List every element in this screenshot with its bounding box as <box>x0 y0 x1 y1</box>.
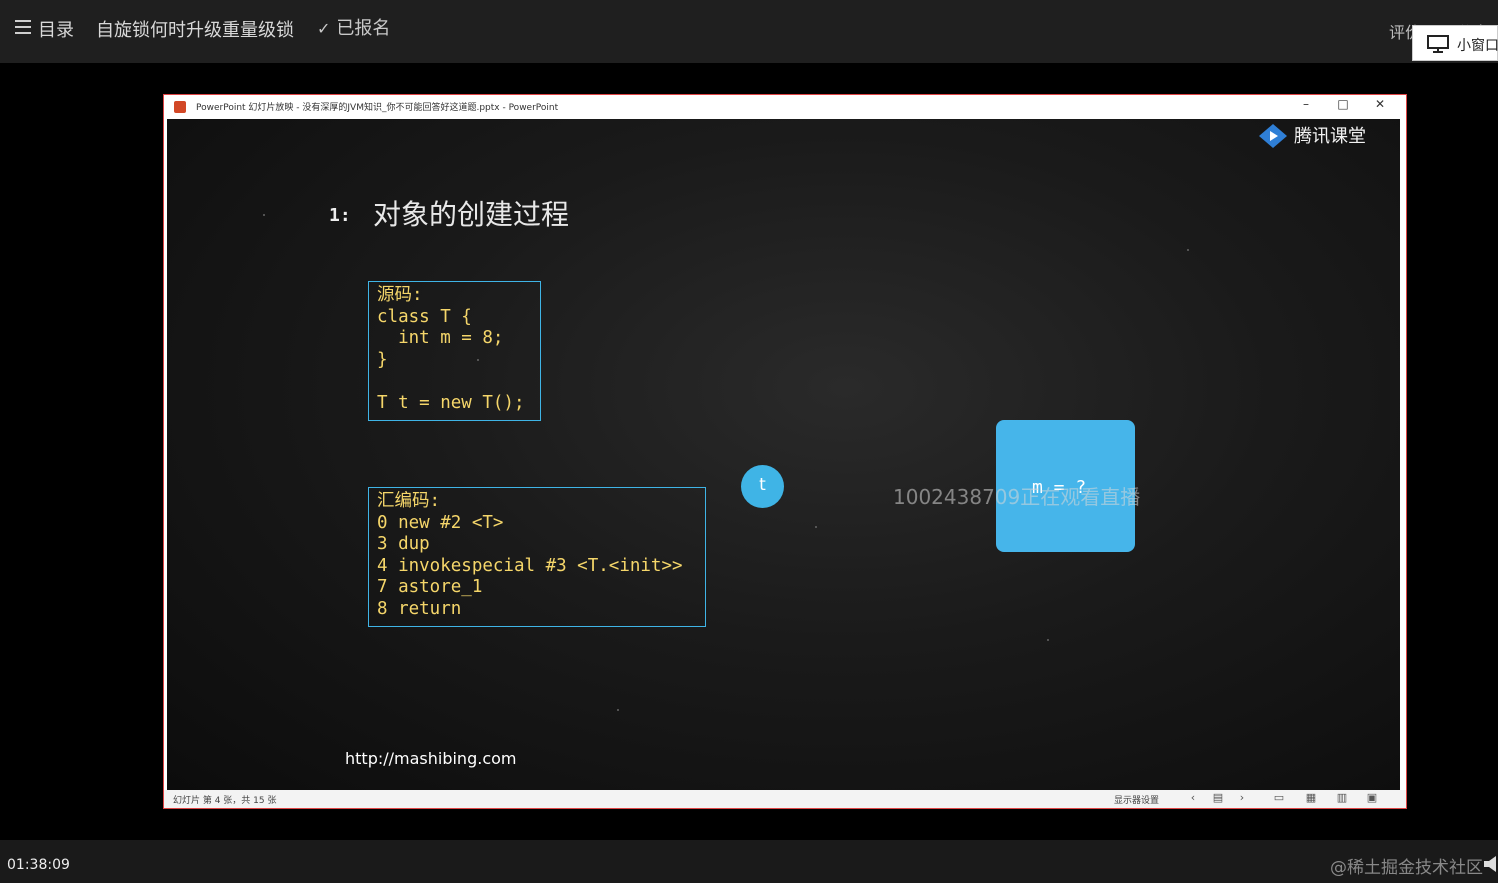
player-bar: 01:38:09 @稀土掘金技术社区 <box>0 840 1498 883</box>
mini-window-button[interactable]: 小窗口 <box>1412 25 1498 61</box>
maximize-icon[interactable]: □ <box>1333 97 1353 111</box>
mini-window-label: 小窗口 <box>1457 38 1498 54</box>
viewer-watermark: 1002438709正在观看直播 <box>893 485 1141 509</box>
next-slide-icon[interactable]: › <box>1235 791 1249 804</box>
close-icon[interactable]: ✕ <box>1370 97 1390 111</box>
ppt-status-bar: 幻灯片 第 4 张，共 15 张 显示器设置 ‹ ▤ › ▭ ▦ ▥ ▣ <box>164 790 1406 808</box>
reading-view-icon[interactable]: ▥ <box>1335 791 1349 804</box>
menu-icon[interactable] <box>15 20 31 34</box>
slideshow-icon[interactable]: ▣ <box>1365 791 1379 804</box>
powerpoint-window: PowerPoint 幻灯片放映 - 没有深厚的JVM知识_你不可能回答好这道题… <box>163 94 1407 809</box>
slide-url: http://mashibing.com <box>345 749 517 768</box>
slide-heading: 对象的创建过程 <box>373 198 570 231</box>
display-settings-button[interactable]: 显示器设置 <box>1114 793 1159 806</box>
check-icon: ✓ <box>317 19 331 38</box>
enrolled-status: ✓ 已报名 <box>317 14 390 40</box>
lesson-title: 自旋锁何时升级重量级锁 <box>96 20 294 41</box>
monitor-icon <box>1427 35 1449 53</box>
slide-counter: 幻灯片 第 4 张，共 15 张 <box>173 796 277 806</box>
source-code-box: 源码: class T { int m = 8; } T t = new T()… <box>368 281 541 421</box>
slide-menu-icon[interactable]: ▤ <box>1211 791 1225 804</box>
bytecode-box: 汇编码: 0 new #2 <T> 3 dup 4 invokespecial … <box>368 487 706 627</box>
reference-t-circle: t <box>741 465 784 508</box>
minimize-icon[interactable]: – <box>1296 97 1316 111</box>
slide-canvas: 腾讯课堂 1: 对象的创建过程 源码: class T { int m = 8;… <box>167 119 1400 790</box>
enrolled-label: 已报名 <box>336 18 391 39</box>
ppt-window-title: PowerPoint 幻灯片放映 - 没有深厚的JVM知识_你不可能回答好这道题… <box>196 103 559 113</box>
top-bar: 目录 自旋锁何时升级重量级锁 ✓已报名 评价 分享 小窗口 <box>0 0 1498 63</box>
slide-sorter-icon[interactable]: ▦ <box>1304 791 1318 804</box>
heading-number: 1: <box>329 205 351 226</box>
prev-slide-icon[interactable]: ‹ <box>1186 791 1200 804</box>
site-watermark: @稀土掘金技术社区 <box>1330 858 1483 878</box>
brand-label: 腾讯课堂 <box>1294 126 1366 147</box>
toc-button[interactable]: 目录 <box>38 16 74 42</box>
powerpoint-icon <box>174 101 186 113</box>
normal-view-icon[interactable]: ▭ <box>1272 791 1286 804</box>
volume-icon[interactable] <box>1484 856 1498 872</box>
playback-time: 01:38:09 <box>7 857 70 873</box>
ppt-title-bar: PowerPoint 幻灯片放映 - 没有深厚的JVM知识_你不可能回答好这道题… <box>164 95 1406 119</box>
play-diamond-icon <box>1259 124 1287 148</box>
